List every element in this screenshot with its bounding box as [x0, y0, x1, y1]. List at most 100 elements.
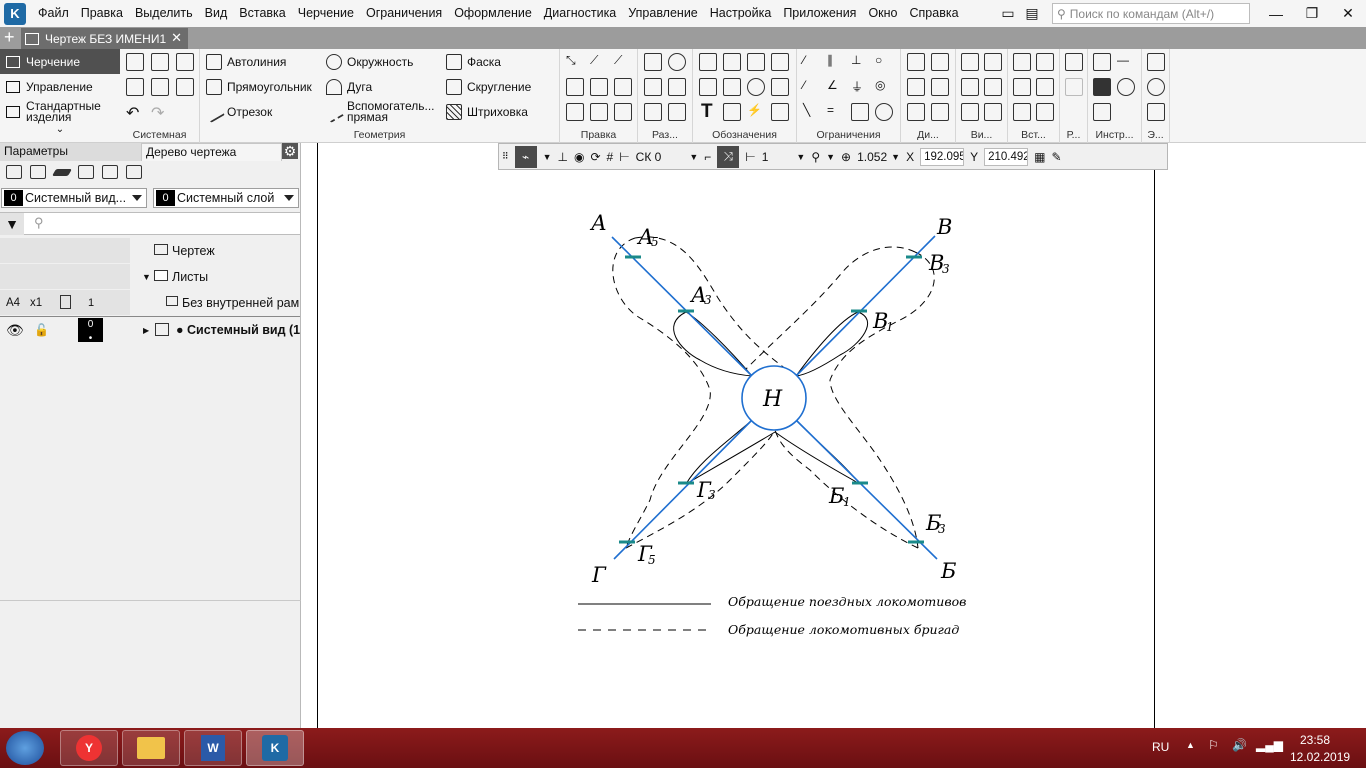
new-doc-icon[interactable] [126, 53, 144, 71]
snap-dropdown-icon[interactable]: ▼ [543, 152, 552, 162]
tree-tool4-icon[interactable] [78, 165, 94, 179]
kompas-app-icon[interactable]: K [246, 730, 304, 766]
mark-icon[interactable] [723, 78, 741, 96]
elem1-icon[interactable] [1147, 53, 1165, 71]
cs-icon[interactable]: ⊢ [619, 150, 629, 164]
elem2-icon[interactable] [1147, 78, 1165, 96]
view2-icon[interactable] [984, 53, 1002, 71]
roughness-icon[interactable] [699, 53, 717, 71]
base-icon[interactable] [771, 53, 789, 71]
zoom-dropdown-icon[interactable]: ▼ [826, 152, 835, 162]
menu-constraints[interactable]: Ограничения [360, 0, 448, 27]
lightning-icon[interactable]: ⚡ [747, 103, 765, 121]
deform-icon[interactable] [590, 103, 608, 121]
diag4-icon[interactable] [931, 78, 949, 96]
document-tab[interactable]: Чертеж БЕЗ ИМЕНИ1 ✕ [21, 28, 188, 49]
symbol-icon[interactable] [771, 103, 789, 121]
break-icon[interactable] [614, 103, 632, 121]
diag2-icon[interactable] [931, 53, 949, 71]
params-icon[interactable]: ▦ [1034, 150, 1045, 164]
tree-tool6-icon[interactable] [126, 165, 142, 179]
tool4-icon[interactable] [1117, 78, 1135, 96]
arc-dim-icon[interactable] [668, 78, 686, 96]
visibility-icon[interactable]: ◉ [574, 150, 584, 164]
mode-standard-parts[interactable]: Стандартные изделия [0, 99, 120, 124]
hatch-button[interactable]: Штриховка [446, 104, 528, 120]
text-icon[interactable]: T [701, 101, 713, 123]
menu-help[interactable]: Справка [904, 0, 965, 27]
close-tab-icon[interactable]: ✕ [171, 30, 182, 46]
fillet-button[interactable]: Скругление [446, 79, 531, 95]
parallel-icon[interactable]: ∥ [827, 53, 845, 71]
triangle-icon[interactable] [851, 103, 869, 121]
diag6-icon[interactable] [931, 103, 949, 121]
zoom-view-icon[interactable]: ⚲ [811, 150, 820, 164]
perpendicular-icon[interactable]: ⊥ [851, 53, 869, 71]
insert-pic-icon[interactable] [1013, 78, 1031, 96]
tree-tool5-icon[interactable] [102, 165, 118, 179]
drawing-canvas[interactable]: Н А А 5 А 3 В В 3 В 1 Г Г 3 Г 5 Б Б 1 Б … [301, 143, 1366, 728]
tool2-icon[interactable]: — [1117, 53, 1135, 71]
segment-button[interactable]: Отрезок [203, 101, 272, 123]
tree-item-view[interactable]: 👁 🔓 0 • ▶ ● Системный вид (1:1 [0, 316, 300, 344]
restore-icon[interactable]: ❐ [1294, 5, 1330, 22]
clock-time[interactable]: 23:58 [1300, 733, 1330, 747]
horizontal-icon[interactable]: ⁄ [803, 53, 821, 71]
network-icon[interactable]: ⚐ [1208, 738, 1219, 752]
kompas-logo-icon[interactable]: K [4, 2, 26, 25]
tool1-icon[interactable] [1093, 53, 1111, 71]
tab-drawing-tree[interactable]: Дерево чертежа [141, 143, 282, 161]
mode-drafting[interactable]: Черчение [0, 49, 120, 74]
rotate-icon[interactable] [590, 78, 608, 96]
language-indicator[interactable]: RU [1152, 740, 1169, 754]
view6-icon[interactable] [984, 103, 1002, 121]
print-icon[interactable] [126, 78, 144, 96]
menu-diagnostics[interactable]: Диагностика [538, 0, 622, 27]
insert-image-icon[interactable] [1013, 53, 1031, 71]
word-icon[interactable]: W [184, 730, 242, 766]
tangent-icon[interactable]: ○ [875, 53, 893, 71]
position-icon[interactable] [699, 78, 717, 96]
open-icon[interactable] [151, 53, 169, 71]
axis-icon[interactable] [771, 78, 789, 96]
menu-management[interactable]: Управление [622, 0, 704, 27]
radial-dim-icon[interactable] [668, 53, 686, 71]
diag5-icon[interactable] [907, 103, 925, 121]
mirror-icon[interactable] [614, 78, 632, 96]
gear-icon[interactable]: ⚙ [282, 143, 298, 159]
concentric-icon[interactable]: ◎ [875, 78, 893, 96]
menu-insert[interactable]: Вставка [233, 0, 291, 27]
ortho-icon[interactable]: ⌐ [704, 150, 711, 164]
clock-date[interactable]: 12.02.2019 [1290, 750, 1350, 764]
menu-view[interactable]: Вид [199, 0, 234, 27]
expand-triangle-icon[interactable]: ▶ [143, 326, 149, 335]
scale-icon[interactable] [566, 103, 584, 121]
equal-icon[interactable]: = [827, 103, 845, 121]
tree-item-sheets[interactable]: ▼ Листы [0, 264, 300, 289]
collinear-icon[interactable]: ⁄ [803, 78, 821, 96]
tree-item-drawing[interactable]: Чертеж [0, 238, 300, 263]
start-button[interactable] [6, 731, 44, 765]
local-cs-icon[interactable]: ⊥ [558, 150, 568, 164]
filter-icon[interactable]: ▼ [0, 213, 24, 235]
tree-tool3-icon[interactable] [51, 169, 73, 176]
tab-parameters[interactable]: Параметры [0, 143, 141, 161]
elem3-icon[interactable] [1147, 103, 1165, 121]
tool5-icon[interactable] [1093, 103, 1111, 121]
center-mark-icon[interactable] [747, 78, 765, 96]
insert-view-icon[interactable] [1013, 103, 1031, 121]
menu-drafting[interactable]: Черчение [292, 0, 360, 27]
zoom-field[interactable]: 1.052 ▼ [857, 150, 900, 164]
fix-icon[interactable]: ⏚ [851, 78, 869, 96]
angle-constraint-icon[interactable]: ∠ [827, 78, 845, 96]
auto-dim-icon[interactable] [668, 103, 686, 121]
diag3-icon[interactable] [907, 78, 925, 96]
table-icon[interactable] [723, 103, 741, 121]
zoom-icon[interactable]: ⊕ [841, 150, 851, 164]
circle-constraint-icon[interactable] [875, 103, 893, 121]
redo-icon[interactable]: ↷ [151, 103, 164, 123]
minimize-icon[interactable]: — [1258, 6, 1294, 22]
panels-icon[interactable]: ▤ [1020, 5, 1044, 22]
circle-button[interactable]: Окружность [326, 54, 413, 70]
close-icon[interactable]: ✕ [1330, 5, 1366, 22]
